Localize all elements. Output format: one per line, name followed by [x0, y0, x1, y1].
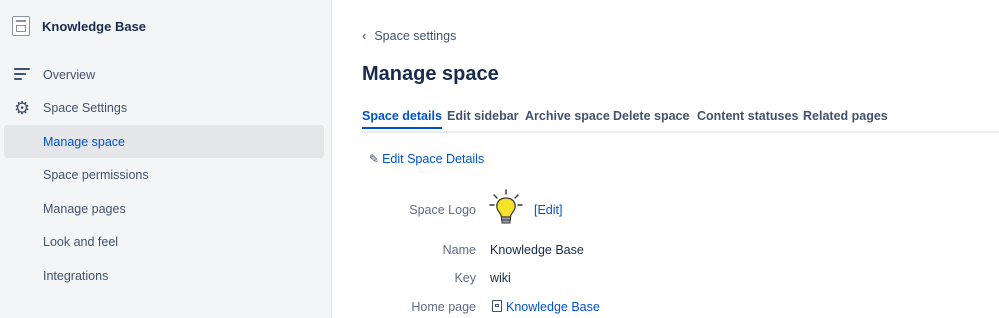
lines-icon — [14, 68, 32, 86]
sidebar-item-integrations[interactable]: Integrations — [4, 259, 324, 292]
tab-edit-sidebar[interactable]: Edit sidebar — [447, 109, 519, 127]
space-icon — [12, 16, 30, 36]
home-page-label: Home page — [411, 300, 476, 314]
tab-content-statuses[interactable]: Content statuses — [697, 109, 798, 127]
back-link-label: Space settings — [374, 28, 457, 43]
pencil-icon: ✎ — [369, 152, 380, 166]
sidebar-item-look-and-feel[interactable]: Look and feel — [4, 225, 324, 258]
space-logo-label: Space Logo — [409, 203, 476, 217]
sidebar-item-manage-pages[interactable]: Manage pages — [4, 192, 324, 225]
tab-space-details[interactable]: Space details — [362, 109, 442, 129]
space-header[interactable]: Knowledge Base — [12, 16, 146, 36]
sidebar-item-label: Space Settings — [43, 100, 128, 115]
space-title: Knowledge Base — [42, 18, 147, 34]
lightbulb-icon — [489, 189, 523, 224]
back-link[interactable]: ‹ Space settings — [362, 28, 456, 43]
home-page-link-label: Knowledge Base — [506, 300, 600, 314]
sidebar-item-space-permissions[interactable]: Space permissions — [4, 158, 324, 191]
sidebar-item-label: Overview — [43, 67, 96, 82]
sidebar: Knowledge Base Overview ⚙ Space Settings… — [0, 0, 332, 318]
name-label: Name — [442, 243, 476, 257]
sidebar-item-manage-space[interactable]: Manage space — [4, 125, 324, 158]
logo-edit-link[interactable]: [Edit] — [534, 203, 563, 217]
edit-space-details-label: Edit Space Details — [382, 152, 485, 166]
gear-icon: ⚙ — [14, 98, 31, 118]
key-label: Key — [454, 271, 476, 285]
sidebar-item-label: Integrations — [43, 268, 109, 283]
chevron-left-icon: ‹ — [362, 28, 367, 43]
sidebar-item-label: Manage space — [43, 134, 126, 149]
tab-delete-space[interactable]: Delete space — [613, 109, 689, 127]
page-icon — [492, 300, 502, 312]
page-title: Manage space — [362, 63, 499, 85]
tab-archive-space[interactable]: Archive space — [525, 109, 610, 127]
sidebar-item-label: Space permissions — [43, 167, 149, 182]
tabs: Space details Edit sidebar Archive space… — [362, 109, 999, 133]
sidebar-item-label: Look and feel — [43, 234, 119, 249]
name-value: Knowledge Base — [490, 243, 584, 257]
sidebar-item-space-settings[interactable]: ⚙ Space Settings — [4, 91, 324, 124]
tab-related-pages[interactable]: Related pages — [803, 109, 888, 127]
edit-space-details-link[interactable]: ✎ Edit Space Details — [369, 152, 484, 166]
app: Knowledge Base Overview ⚙ Space Settings… — [0, 0, 999, 318]
key-value: wiki — [490, 271, 511, 285]
sidebar-item-overview[interactable]: Overview — [4, 58, 324, 91]
main-content: ‹ Space settings Manage space Space deta… — [332, 0, 999, 318]
home-page-link[interactable]: Knowledge Base — [492, 300, 600, 314]
sidebar-item-label: Manage pages — [43, 201, 126, 216]
